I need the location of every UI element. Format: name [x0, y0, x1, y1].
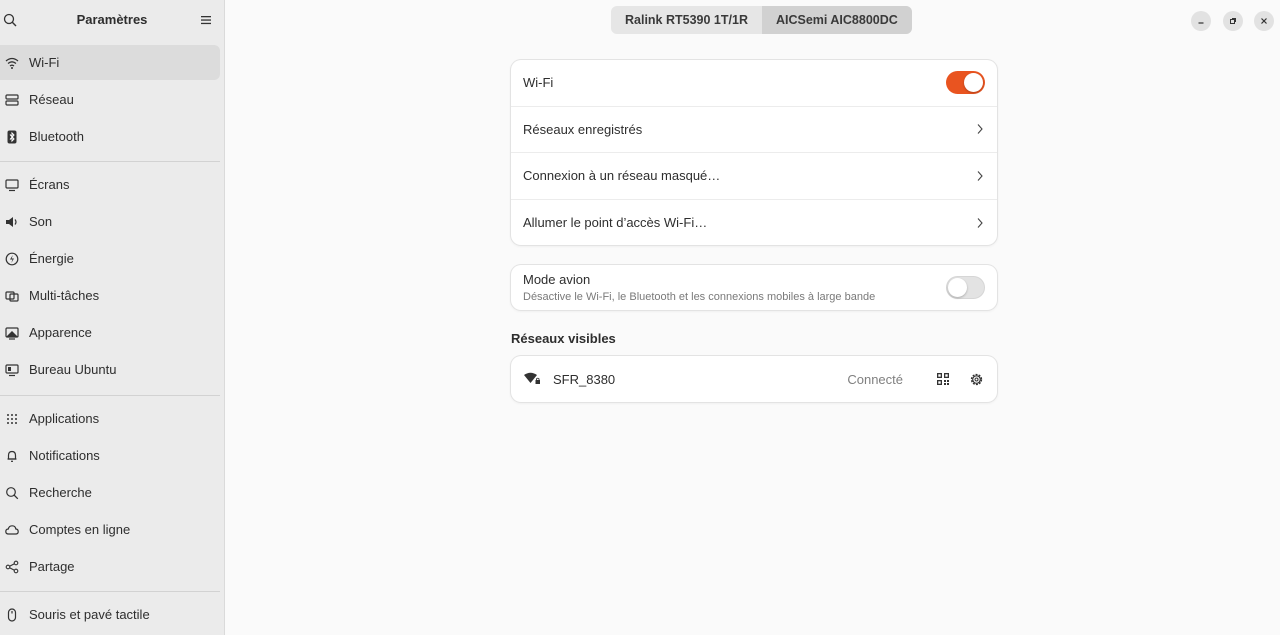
saved-networks-row[interactable]: Réseaux enregistrés [511, 107, 997, 153]
sidebar-item-label: Partage [29, 559, 75, 574]
sidebar-item-label: Applications [29, 411, 100, 426]
wifi-toggle-row[interactable]: Wi-Fi [511, 60, 997, 107]
power-icon [5, 252, 19, 266]
network-row[interactable]: SFR_8380 Connecté [511, 356, 997, 402]
sidebar-header: Paramètres [0, 0, 224, 40]
hamburger-menu-icon[interactable] [200, 14, 212, 26]
airplane-mode-text: Mode avion Désactive le Wi-Fi, le Blueto… [523, 272, 946, 303]
sidebar-item-label: Écrans [29, 177, 70, 192]
sidebar-item-label: Énergie [29, 251, 74, 266]
desktop-icon [5, 363, 19, 377]
sidebar-item-label: Souris et pavé tactile [29, 607, 150, 622]
toggle-knob [948, 278, 967, 297]
mouse-icon [5, 607, 19, 622]
airplane-mode-card: Mode avion Désactive le Wi-Fi, le Blueto… [511, 265, 997, 310]
network-settings-button[interactable] [967, 370, 985, 388]
minimize-icon [1198, 22, 1204, 24]
airplane-mode-title: Mode avion [523, 272, 591, 287]
sidebar-item-online-accounts[interactable]: Comptes en ligne [0, 512, 220, 547]
network-status: Connecté [847, 371, 903, 387]
wifi-settings-card: Wi-Fi Réseaux enregistrés Connexion à un… [511, 60, 997, 245]
wifi-secure-icon [524, 372, 540, 384]
sidebar-item-label: Comptes en ligne [29, 522, 131, 537]
chevron-right-icon [977, 170, 983, 181]
sidebar-item-label: Apparence [29, 325, 92, 340]
chevron-right-icon [977, 124, 983, 135]
hidden-network-row[interactable]: Connexion à un réseau masqué… [511, 153, 997, 200]
wifi-icon [5, 56, 19, 70]
bluetooth-icon [5, 130, 19, 144]
sidebar-item-appearance[interactable]: Apparence [0, 315, 220, 350]
sidebar-item-notifications[interactable]: Notifications [0, 438, 220, 473]
sidebar-item-displays[interactable]: Écrans [0, 167, 220, 202]
network-ssid: SFR_8380 [553, 371, 616, 387]
cloud-icon [5, 523, 19, 537]
visible-networks-title: Réseaux visibles [511, 331, 616, 346]
sidebar-item-applications[interactable]: Applications [0, 401, 220, 436]
sidebar-item-label: Recherche [29, 485, 92, 500]
sidebar-item-multitasking[interactable]: Multi-tâches [0, 278, 220, 313]
tab-ralink[interactable]: Ralink RT5390 1T/1R [611, 6, 762, 34]
saved-networks-label: Réseaux enregistrés [523, 121, 643, 137]
airplane-mode-subtitle: Désactive le Wi-Fi, le Bluetooth et les … [523, 291, 876, 303]
sidebar-item-network[interactable]: Réseau [0, 82, 220, 117]
wifi-label: Wi-Fi [523, 75, 554, 91]
speaker-icon [5, 215, 19, 229]
network-icon [5, 93, 19, 107]
bell-icon [5, 449, 19, 463]
wifi-toggle[interactable] [946, 71, 985, 95]
sidebar-item-wifi[interactable]: Wi-Fi [0, 45, 220, 80]
sidebar-item-label: Bureau Ubuntu [29, 362, 117, 377]
display-icon [5, 178, 19, 192]
toggle-knob [964, 73, 983, 93]
airplane-mode-toggle[interactable] [946, 276, 985, 299]
sidebar-item-label: Son [29, 214, 53, 229]
hotspot-row[interactable]: Allumer le point d’accès Wi-Fi… [511, 200, 997, 246]
sidebar-title: Paramètres [76, 12, 148, 27]
sidebar-item-power[interactable]: Énergie [0, 241, 220, 276]
visible-networks-card: SFR_8380 Connecté [511, 356, 997, 402]
sidebar-item-bluetooth[interactable]: Bluetooth [0, 119, 220, 154]
share-icon [5, 560, 19, 574]
qr-code-icon [937, 373, 949, 385]
hotspot-label: Allumer le point d’accès Wi-Fi… [523, 215, 708, 231]
close-icon [1261, 18, 1267, 24]
gear-icon [970, 373, 982, 385]
airplane-mode-row[interactable]: Mode avion Désactive le Wi-Fi, le Blueto… [511, 265, 997, 310]
sidebar: Paramètres Wi-Fi Réseau Bluetooth Écrans… [0, 0, 225, 635]
restore-icon [1230, 18, 1236, 24]
sidebar-item-ubuntu-desktop[interactable]: Bureau Ubuntu [0, 352, 220, 387]
sidebar-item-label: Multi-tâches [29, 288, 100, 303]
sidebar-item-sharing[interactable]: Partage [0, 549, 220, 584]
chevron-right-icon [977, 217, 983, 228]
sidebar-item-sound[interactable]: Son [0, 204, 220, 239]
sidebar-item-mouse-touchpad[interactable]: Souris et pavé tactile [0, 597, 220, 632]
restore-button[interactable] [1223, 11, 1243, 31]
sidebar-item-label: Notifications [29, 448, 100, 463]
sidebar-separator [0, 161, 220, 162]
search-icon [5, 486, 19, 500]
appearance-icon [5, 326, 19, 340]
multitasking-icon [5, 289, 19, 303]
close-button[interactable] [1254, 11, 1274, 31]
sidebar-item-label: Wi-Fi [29, 55, 60, 70]
sidebar-item-label: Réseau [29, 92, 74, 107]
device-tabs: Ralink RT5390 1T/1R AICSemi AIC8800DC [611, 6, 912, 34]
sidebar-item-label: Bluetooth [29, 129, 84, 144]
hidden-network-label: Connexion à un réseau masqué… [523, 168, 721, 184]
sidebar-item-search[interactable]: Recherche [0, 475, 220, 510]
minimize-button[interactable] [1191, 11, 1211, 31]
apps-grid-icon [5, 412, 19, 426]
sidebar-separator [0, 591, 220, 592]
qr-code-button[interactable] [934, 370, 952, 388]
sidebar-separator [0, 395, 220, 396]
tab-aicsemi[interactable]: AICSemi AIC8800DC [761, 6, 912, 34]
